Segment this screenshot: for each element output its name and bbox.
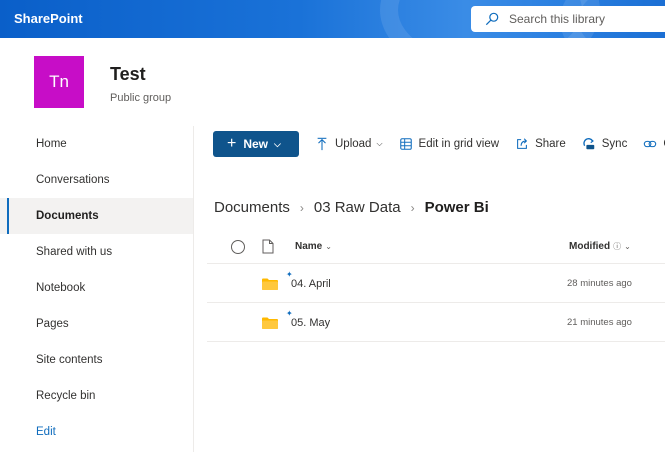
left-navigation: Home Conversations Documents Shared with… — [0, 126, 194, 452]
site-title[interactable]: Test — [110, 64, 146, 85]
edit-in-grid-view-button[interactable]: Edit in grid view — [399, 137, 500, 151]
column-header-modified[interactable]: Modified ⓘ ⌄ — [569, 241, 631, 252]
site-logo[interactable]: Tn — [34, 56, 84, 108]
file-name-link[interactable]: 05. May — [291, 317, 330, 329]
share-button[interactable]: Share — [515, 137, 566, 151]
nav-item-documents[interactable]: Documents — [0, 198, 193, 234]
nav-item-shared-with-us[interactable]: Shared with us — [0, 234, 193, 270]
site-logo-initials: Tn — [49, 72, 69, 91]
upload-button[interactable]: Upload ⌵ — [315, 137, 383, 151]
nav-item-notebook[interactable]: Notebook — [0, 270, 193, 306]
modified-date: 28 minutes ago — [567, 278, 632, 289]
chevron-right-icon: › — [410, 200, 415, 215]
search-box[interactable] — [471, 6, 665, 32]
file-type-icon[interactable] — [262, 239, 274, 254]
share-label: Share — [535, 138, 566, 150]
info-icon: ⓘ — [613, 242, 622, 251]
list-item[interactable]: ✦ 04. April 28 minutes ago — [207, 265, 665, 303]
file-name-link[interactable]: 04. April — [291, 278, 331, 290]
nav-edit-link[interactable]: Edit — [0, 414, 193, 450]
column-name-label: Name — [295, 241, 323, 252]
list-item[interactable]: ✦ 05. May 21 minutes ago — [207, 304, 665, 342]
sync-button[interactable]: Sync — [582, 137, 628, 151]
share-icon — [517, 138, 528, 149]
grid-icon — [399, 138, 412, 150]
edit-in-grid-view-label: Edit in grid view — [418, 138, 500, 150]
folder-icon — [262, 317, 278, 329]
nav-item-home[interactable]: Home — [0, 126, 193, 162]
modified-date: 21 minutes ago — [567, 317, 632, 328]
breadcrumb-current-folder: Power Bi — [424, 199, 489, 216]
chevron-right-icon: › — [299, 200, 304, 215]
sync-icon — [583, 138, 595, 150]
breadcrumb-documents[interactable]: Documents — [214, 199, 290, 216]
search-input[interactable] — [509, 12, 659, 26]
nav-item-conversations[interactable]: Conversations — [0, 162, 193, 198]
link-icon — [644, 140, 657, 148]
new-button-label: New — [243, 137, 269, 151]
sync-label: Sync — [601, 138, 628, 150]
select-all-checkbox[interactable] — [231, 240, 245, 254]
chevron-down-icon: ⌄ — [325, 242, 332, 251]
search-icon — [485, 12, 499, 26]
nav-item-pages[interactable]: Pages — [0, 306, 193, 342]
sharepoint-brand-link[interactable]: SharePoint — [14, 11, 83, 26]
suite-bar: SharePoint — [0, 0, 665, 38]
nav-item-site-contents[interactable]: Site contents — [0, 342, 193, 378]
copy-link-button[interactable]: C — [643, 137, 665, 151]
new-button[interactable]: + New ⌵ — [213, 131, 299, 157]
chevron-down-icon: ⌵ — [274, 138, 281, 149]
breadcrumb: Documents › 03 Raw Data › Power Bi — [214, 199, 489, 216]
chevron-down-icon: ⌵ — [376, 139, 383, 148]
command-bar: + New ⌵ Upload ⌵ Edit in grid view Share — [213, 131, 665, 157]
upload-icon — [317, 137, 327, 151]
nav-item-recycle-bin[interactable]: Recycle bin — [0, 378, 193, 414]
plus-icon: + — [227, 135, 237, 152]
folder-icon — [262, 278, 278, 290]
site-subtitle: Public group — [110, 92, 172, 104]
upload-label: Upload — [335, 138, 372, 150]
column-header-name[interactable]: Name ⌄ — [295, 241, 332, 252]
breadcrumb-raw-data[interactable]: 03 Raw Data — [314, 199, 401, 216]
chevron-down-icon: ⌄ — [624, 242, 631, 251]
list-header: Name ⌄ Modified ⓘ ⌄ — [207, 235, 665, 264]
column-modified-label: Modified — [569, 241, 611, 252]
